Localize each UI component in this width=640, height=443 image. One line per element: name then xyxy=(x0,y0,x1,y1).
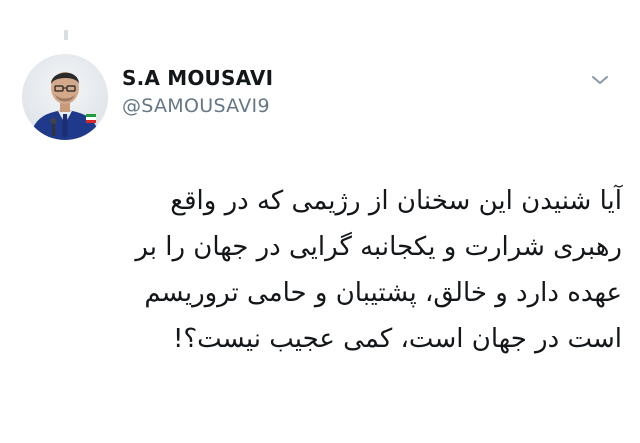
tweet-text-line: عهده دارد و خالق، پشتیبان و حامی تروریسم xyxy=(144,278,622,308)
tweet-text-line: رهبری شرارت و یکجانبه گرایی در جهان را ب… xyxy=(135,232,622,262)
chevron-down-icon[interactable] xyxy=(588,68,612,92)
tweet-text-line: آیا شنیدن این سخنان از رژیمی که در واقع xyxy=(170,186,622,216)
tweet-text-line: است در جهان است، کمی عجیب نیست؟! xyxy=(172,324,622,354)
thread-connector-line xyxy=(64,30,68,40)
user-identity[interactable]: S.A MOUSAVI @SAMOUSAVI9 xyxy=(122,66,273,118)
display-name[interactable]: S.A MOUSAVI xyxy=(122,66,273,90)
avatar[interactable] xyxy=(22,54,108,140)
profile-photo xyxy=(22,54,108,140)
tweet-card: S.A MOUSAVI @SAMOUSAVI9 آیا شنیدن این سخ… xyxy=(0,0,640,443)
user-handle[interactable]: @SAMOUSAVI9 xyxy=(122,94,273,118)
tweet-text: آیا شنیدن این سخنان از رژیمی که در واقع … xyxy=(32,178,622,362)
